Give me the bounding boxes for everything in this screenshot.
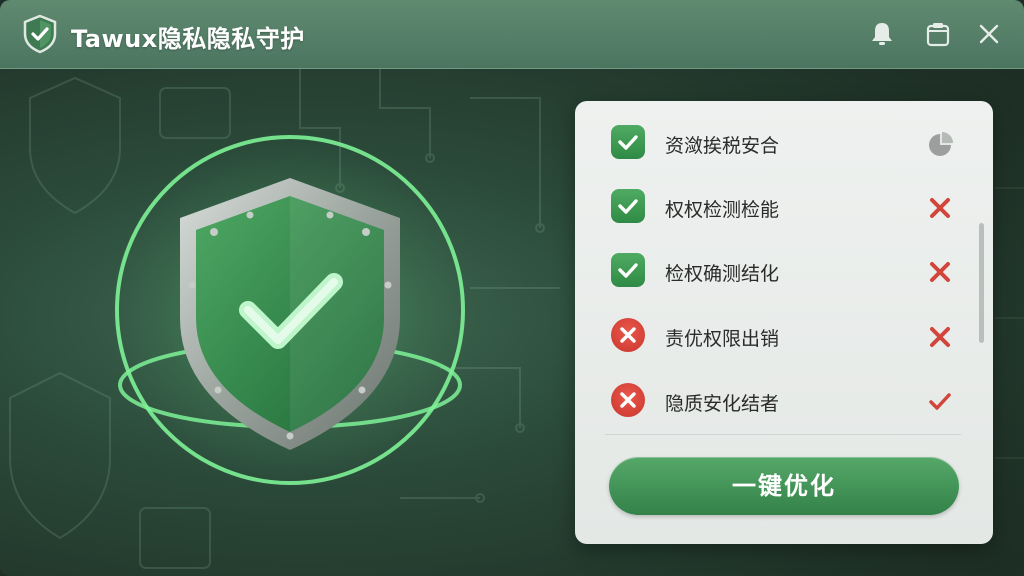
list-item[interactable]: 责优权限出销 (609, 316, 959, 356)
scrollbar[interactable] (979, 223, 984, 343)
close-icon (979, 24, 999, 44)
check-badge (611, 253, 645, 287)
error-badge (611, 383, 645, 417)
list-item-label: 检权确测结化 (665, 263, 780, 285)
list-item-label: 责优权限出销 (665, 328, 780, 350)
x-icon (620, 327, 636, 343)
privacy-check-panel: 资潋挨税安合 权权检测检能 检权确测结化 责优权限出销 隐质安化结者 一键优化 (575, 101, 993, 544)
close-button[interactable] (976, 20, 1002, 48)
check-badge (611, 189, 645, 223)
list-item[interactable]: 隐质安化结者 (609, 381, 959, 421)
x-icon (930, 262, 950, 282)
check-icon (618, 263, 638, 278)
list-item[interactable]: 检权确测结化 (609, 251, 959, 291)
check-icon (929, 393, 951, 410)
hero-shield-graphic (110, 130, 470, 490)
clipboard-icon (926, 23, 950, 47)
x-icon (930, 327, 950, 347)
one-click-optimize-button[interactable]: 一键优化 (609, 457, 959, 515)
x-icon (620, 392, 636, 408)
list-item[interactable]: 权权检测检能 (609, 187, 959, 227)
divider (605, 434, 961, 435)
list-item-label: 隐质安化结者 (665, 393, 780, 415)
notifications-button[interactable] (869, 20, 895, 48)
list-item-label: 资潋挨税安合 (665, 135, 780, 157)
app-title: Tawux隐私隐私守护 (71, 25, 305, 53)
list-item[interactable]: 资潋挨税安合 (609, 123, 959, 163)
pie-progress-icon (929, 132, 953, 156)
list-item-label: 权权检测检能 (665, 199, 780, 221)
shield-check-icon (23, 14, 57, 54)
clipboard-button[interactable] (925, 20, 951, 48)
error-badge (611, 318, 645, 352)
check-icon (618, 199, 638, 214)
bell-icon (872, 23, 892, 45)
check-badge (611, 125, 645, 159)
x-icon (930, 198, 950, 218)
check-icon (618, 135, 638, 150)
app-window: Tawux隐私隐私守护 资潋挨税安合 权权检测检能 检权确测结化 责优权限出销 … (0, 0, 1024, 576)
title-bar: Tawux隐私隐私守护 (0, 0, 1024, 69)
